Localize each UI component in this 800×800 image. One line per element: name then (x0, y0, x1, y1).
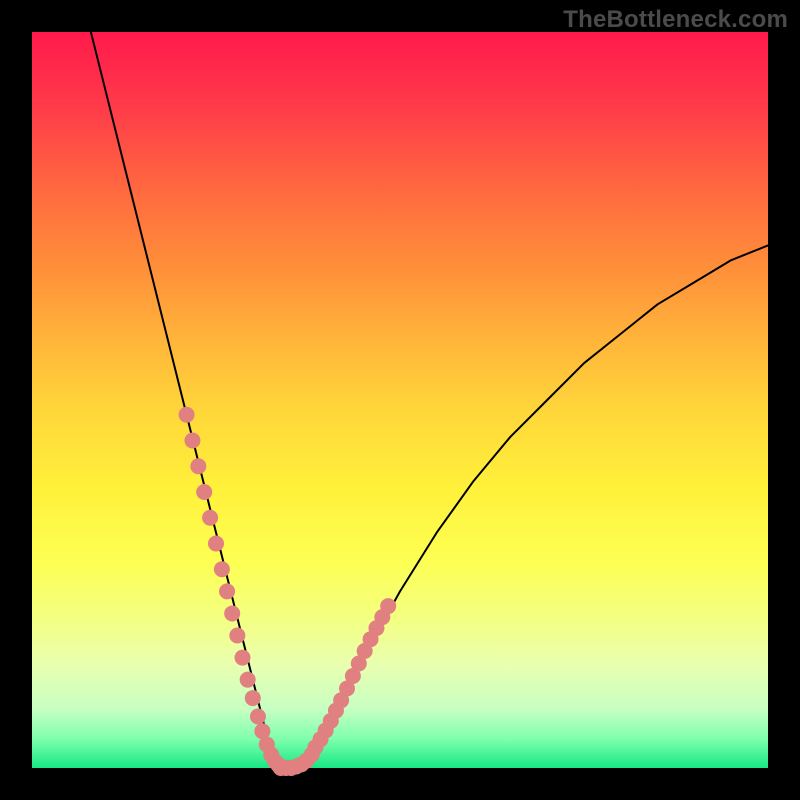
data-point (219, 583, 235, 599)
data-point (229, 628, 245, 644)
plot-area (32, 32, 768, 768)
data-point (202, 510, 218, 526)
data-point (196, 484, 212, 500)
data-point (245, 690, 261, 706)
chart-svg (32, 32, 768, 768)
data-point (240, 672, 256, 688)
data-point (208, 536, 224, 552)
data-point (250, 708, 266, 724)
data-point (224, 605, 240, 621)
watermark-text: TheBottleneck.com (563, 6, 788, 34)
data-point (214, 561, 230, 577)
data-point (380, 598, 396, 614)
data-point (179, 407, 195, 423)
data-point (184, 432, 200, 448)
data-point (235, 650, 251, 666)
bottleneck-curve (91, 32, 768, 768)
chart-frame: TheBottleneck.com (0, 0, 800, 800)
data-points (179, 407, 397, 776)
data-point (190, 458, 206, 474)
